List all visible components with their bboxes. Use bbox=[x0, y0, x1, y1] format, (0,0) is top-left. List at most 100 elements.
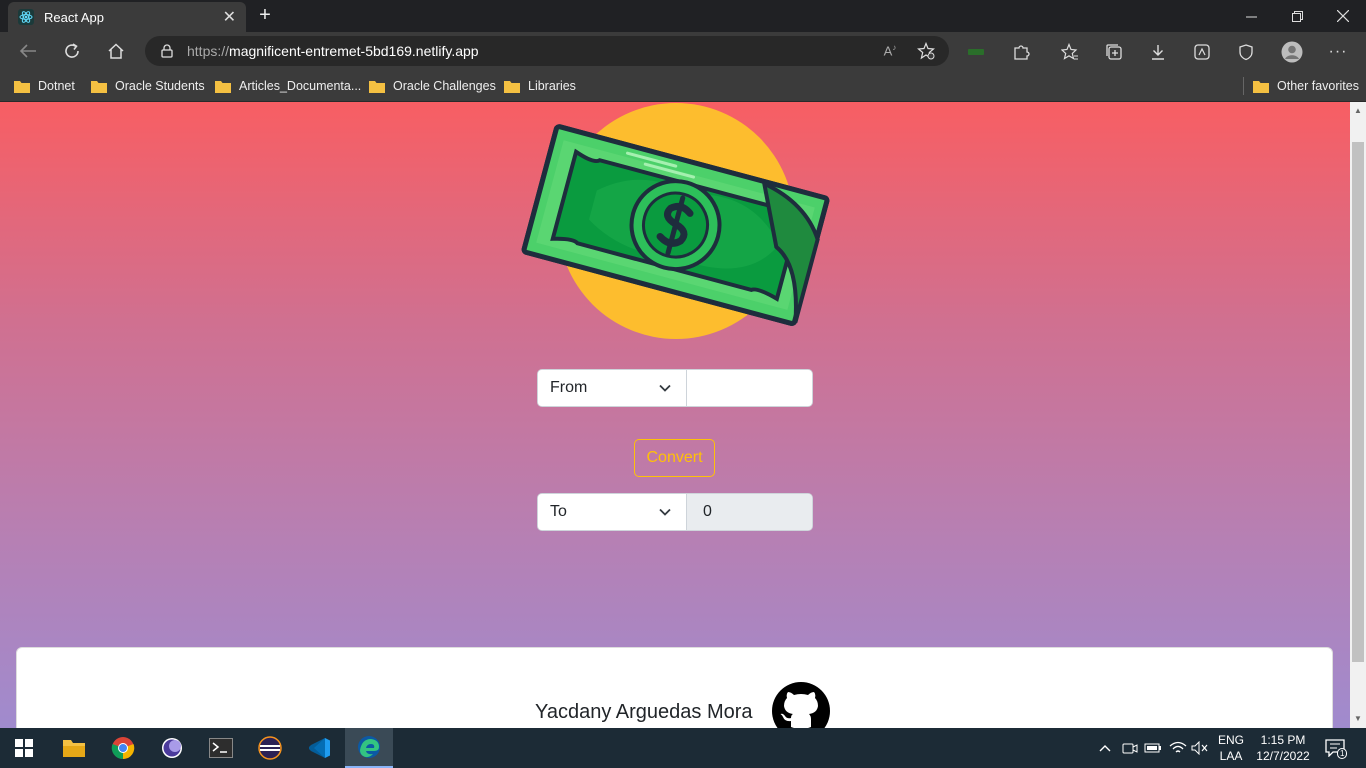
favorite-dotnet[interactable]: Dotnet bbox=[14, 76, 75, 96]
edge-icon bbox=[358, 736, 380, 758]
volume-tray[interactable] bbox=[1190, 738, 1210, 758]
from-currency-select[interactable]: From bbox=[538, 370, 687, 406]
input-language[interactable]: ENG LAA bbox=[1216, 732, 1246, 764]
lock-icon bbox=[161, 44, 173, 58]
add-favorite-button[interactable] bbox=[916, 41, 936, 61]
page-scrollbar[interactable]: ▲ ▼ bbox=[1350, 102, 1366, 728]
favorite-label: Dotnet bbox=[38, 79, 75, 93]
file-explorer-taskbar[interactable] bbox=[50, 728, 98, 768]
chrome-icon bbox=[111, 737, 135, 760]
other-favorites[interactable]: Other favorites bbox=[1243, 76, 1359, 96]
windows-taskbar: ENG LAA 1:15 PM 12/7/2022 1 bbox=[0, 728, 1366, 768]
back-arrow-icon bbox=[19, 44, 36, 58]
clock[interactable]: 1:15 PM 12/7/2022 bbox=[1254, 732, 1312, 764]
favorite-label: Oracle Students bbox=[115, 79, 205, 93]
folder-icon bbox=[1253, 80, 1269, 93]
react-icon bbox=[18, 9, 34, 25]
favorite-label: Oracle Challenges bbox=[393, 79, 496, 93]
show-hidden-icons[interactable] bbox=[1095, 738, 1115, 758]
vscode-icon bbox=[309, 738, 330, 758]
to-amount-output: 0 bbox=[687, 494, 812, 530]
notifications-button[interactable]: 1 bbox=[1324, 738, 1348, 759]
terminal-icon bbox=[209, 738, 233, 758]
scroll-down-icon[interactable]: ▼ bbox=[1354, 714, 1362, 723]
download-icon bbox=[1152, 45, 1164, 60]
avatar-icon bbox=[1281, 41, 1303, 63]
extension-green-button[interactable] bbox=[965, 41, 987, 63]
extensions-button[interactable] bbox=[1010, 41, 1032, 63]
folder-icon bbox=[14, 80, 30, 93]
title-bar: React App ✕ + bbox=[0, 0, 1366, 32]
favorites-button[interactable] bbox=[1059, 41, 1081, 63]
profile-button[interactable] bbox=[1281, 41, 1303, 63]
volume-muted-icon bbox=[1191, 741, 1208, 755]
home-button[interactable] bbox=[103, 39, 129, 63]
extension-icon bbox=[968, 49, 984, 55]
favorites-icon bbox=[1061, 43, 1078, 60]
terminal-taskbar[interactable] bbox=[197, 728, 245, 768]
scroll-up-icon[interactable]: ▲ bbox=[1354, 106, 1362, 115]
from-input-group: From bbox=[537, 369, 813, 407]
collections-icon bbox=[1106, 44, 1122, 60]
camera-tray[interactable] bbox=[1120, 738, 1140, 758]
settings-menu-button[interactable]: ··· bbox=[1327, 41, 1349, 63]
clock-time: 1:15 PM bbox=[1260, 733, 1306, 747]
wifi-icon bbox=[1169, 741, 1187, 753]
close-window-button[interactable] bbox=[1320, 0, 1366, 32]
battery-icon bbox=[1144, 743, 1161, 753]
new-tab-button[interactable]: + bbox=[255, 5, 275, 25]
restore-button[interactable] bbox=[1274, 0, 1320, 32]
refresh-button[interactable] bbox=[59, 39, 85, 63]
star-add-icon bbox=[917, 42, 935, 60]
puzzle-icon bbox=[1014, 45, 1030, 60]
minimize-button[interactable] bbox=[1228, 0, 1274, 32]
collections-button[interactable] bbox=[1103, 41, 1125, 63]
from-amount-input[interactable] bbox=[687, 370, 812, 406]
favorite-label: Articles_Documenta... bbox=[239, 79, 362, 93]
address-bar[interactable]: https://magnificent-entremet-5bd169.netl… bbox=[145, 36, 949, 66]
favorite-oracle-challenges[interactable]: Oracle Challenges bbox=[369, 76, 496, 96]
chevron-down-icon bbox=[659, 384, 671, 392]
browser-toolbar: https://magnificent-entremet-5bd169.netl… bbox=[0, 32, 1366, 70]
browser-tab[interactable]: React App ✕ bbox=[8, 2, 246, 32]
folder-icon bbox=[215, 80, 231, 93]
edge-taskbar[interactable] bbox=[345, 728, 393, 768]
scrollbar-thumb[interactable] bbox=[1352, 142, 1364, 662]
back-button[interactable] bbox=[15, 39, 41, 63]
clock-date: 12/7/2022 bbox=[1256, 749, 1310, 763]
page-viewport: From Convert To 0 Yacdany Arguedas Mora bbox=[0, 102, 1350, 728]
github-icon[interactable] bbox=[771, 681, 831, 728]
read-aloud-button[interactable]: A♪ bbox=[880, 41, 900, 61]
downloads-button[interactable] bbox=[1147, 41, 1169, 63]
vscode-taskbar[interactable] bbox=[296, 728, 344, 768]
battery-tray[interactable] bbox=[1143, 738, 1163, 758]
close-tab-icon[interactable]: ✕ bbox=[223, 7, 236, 27]
convert-button[interactable]: Convert bbox=[634, 439, 715, 477]
browser-essentials-button[interactable] bbox=[1235, 41, 1257, 63]
read-aloud-icon: A♪ bbox=[883, 43, 897, 59]
folder-icon bbox=[91, 80, 107, 93]
windows-icon bbox=[15, 739, 33, 757]
math-solver-button[interactable] bbox=[1191, 41, 1213, 63]
app-purple-taskbar[interactable] bbox=[148, 728, 196, 768]
chrome-taskbar[interactable] bbox=[99, 728, 147, 768]
moon-app-icon bbox=[162, 738, 182, 758]
divider bbox=[1243, 77, 1244, 95]
chevron-down-icon bbox=[659, 508, 671, 516]
favorite-articles[interactable]: Articles_Documenta... bbox=[215, 76, 361, 96]
folder-icon bbox=[63, 740, 85, 757]
favorite-libraries[interactable]: Libraries bbox=[504, 76, 576, 96]
close-icon bbox=[1337, 10, 1349, 22]
start-button[interactable] bbox=[0, 728, 48, 768]
camera-icon bbox=[1122, 743, 1138, 754]
favorite-oracle-students[interactable]: Oracle Students bbox=[91, 76, 205, 96]
to-select-label: To bbox=[550, 503, 567, 520]
wifi-tray[interactable] bbox=[1168, 738, 1188, 758]
folder-icon bbox=[504, 80, 520, 93]
heart-shield-icon bbox=[1239, 44, 1253, 61]
math-solver-icon bbox=[1194, 44, 1210, 60]
to-currency-select[interactable]: To bbox=[538, 494, 687, 530]
eclipse-icon bbox=[258, 736, 282, 760]
eclipse-taskbar[interactable] bbox=[246, 728, 294, 768]
lang-code: ENG bbox=[1217, 733, 1244, 747]
